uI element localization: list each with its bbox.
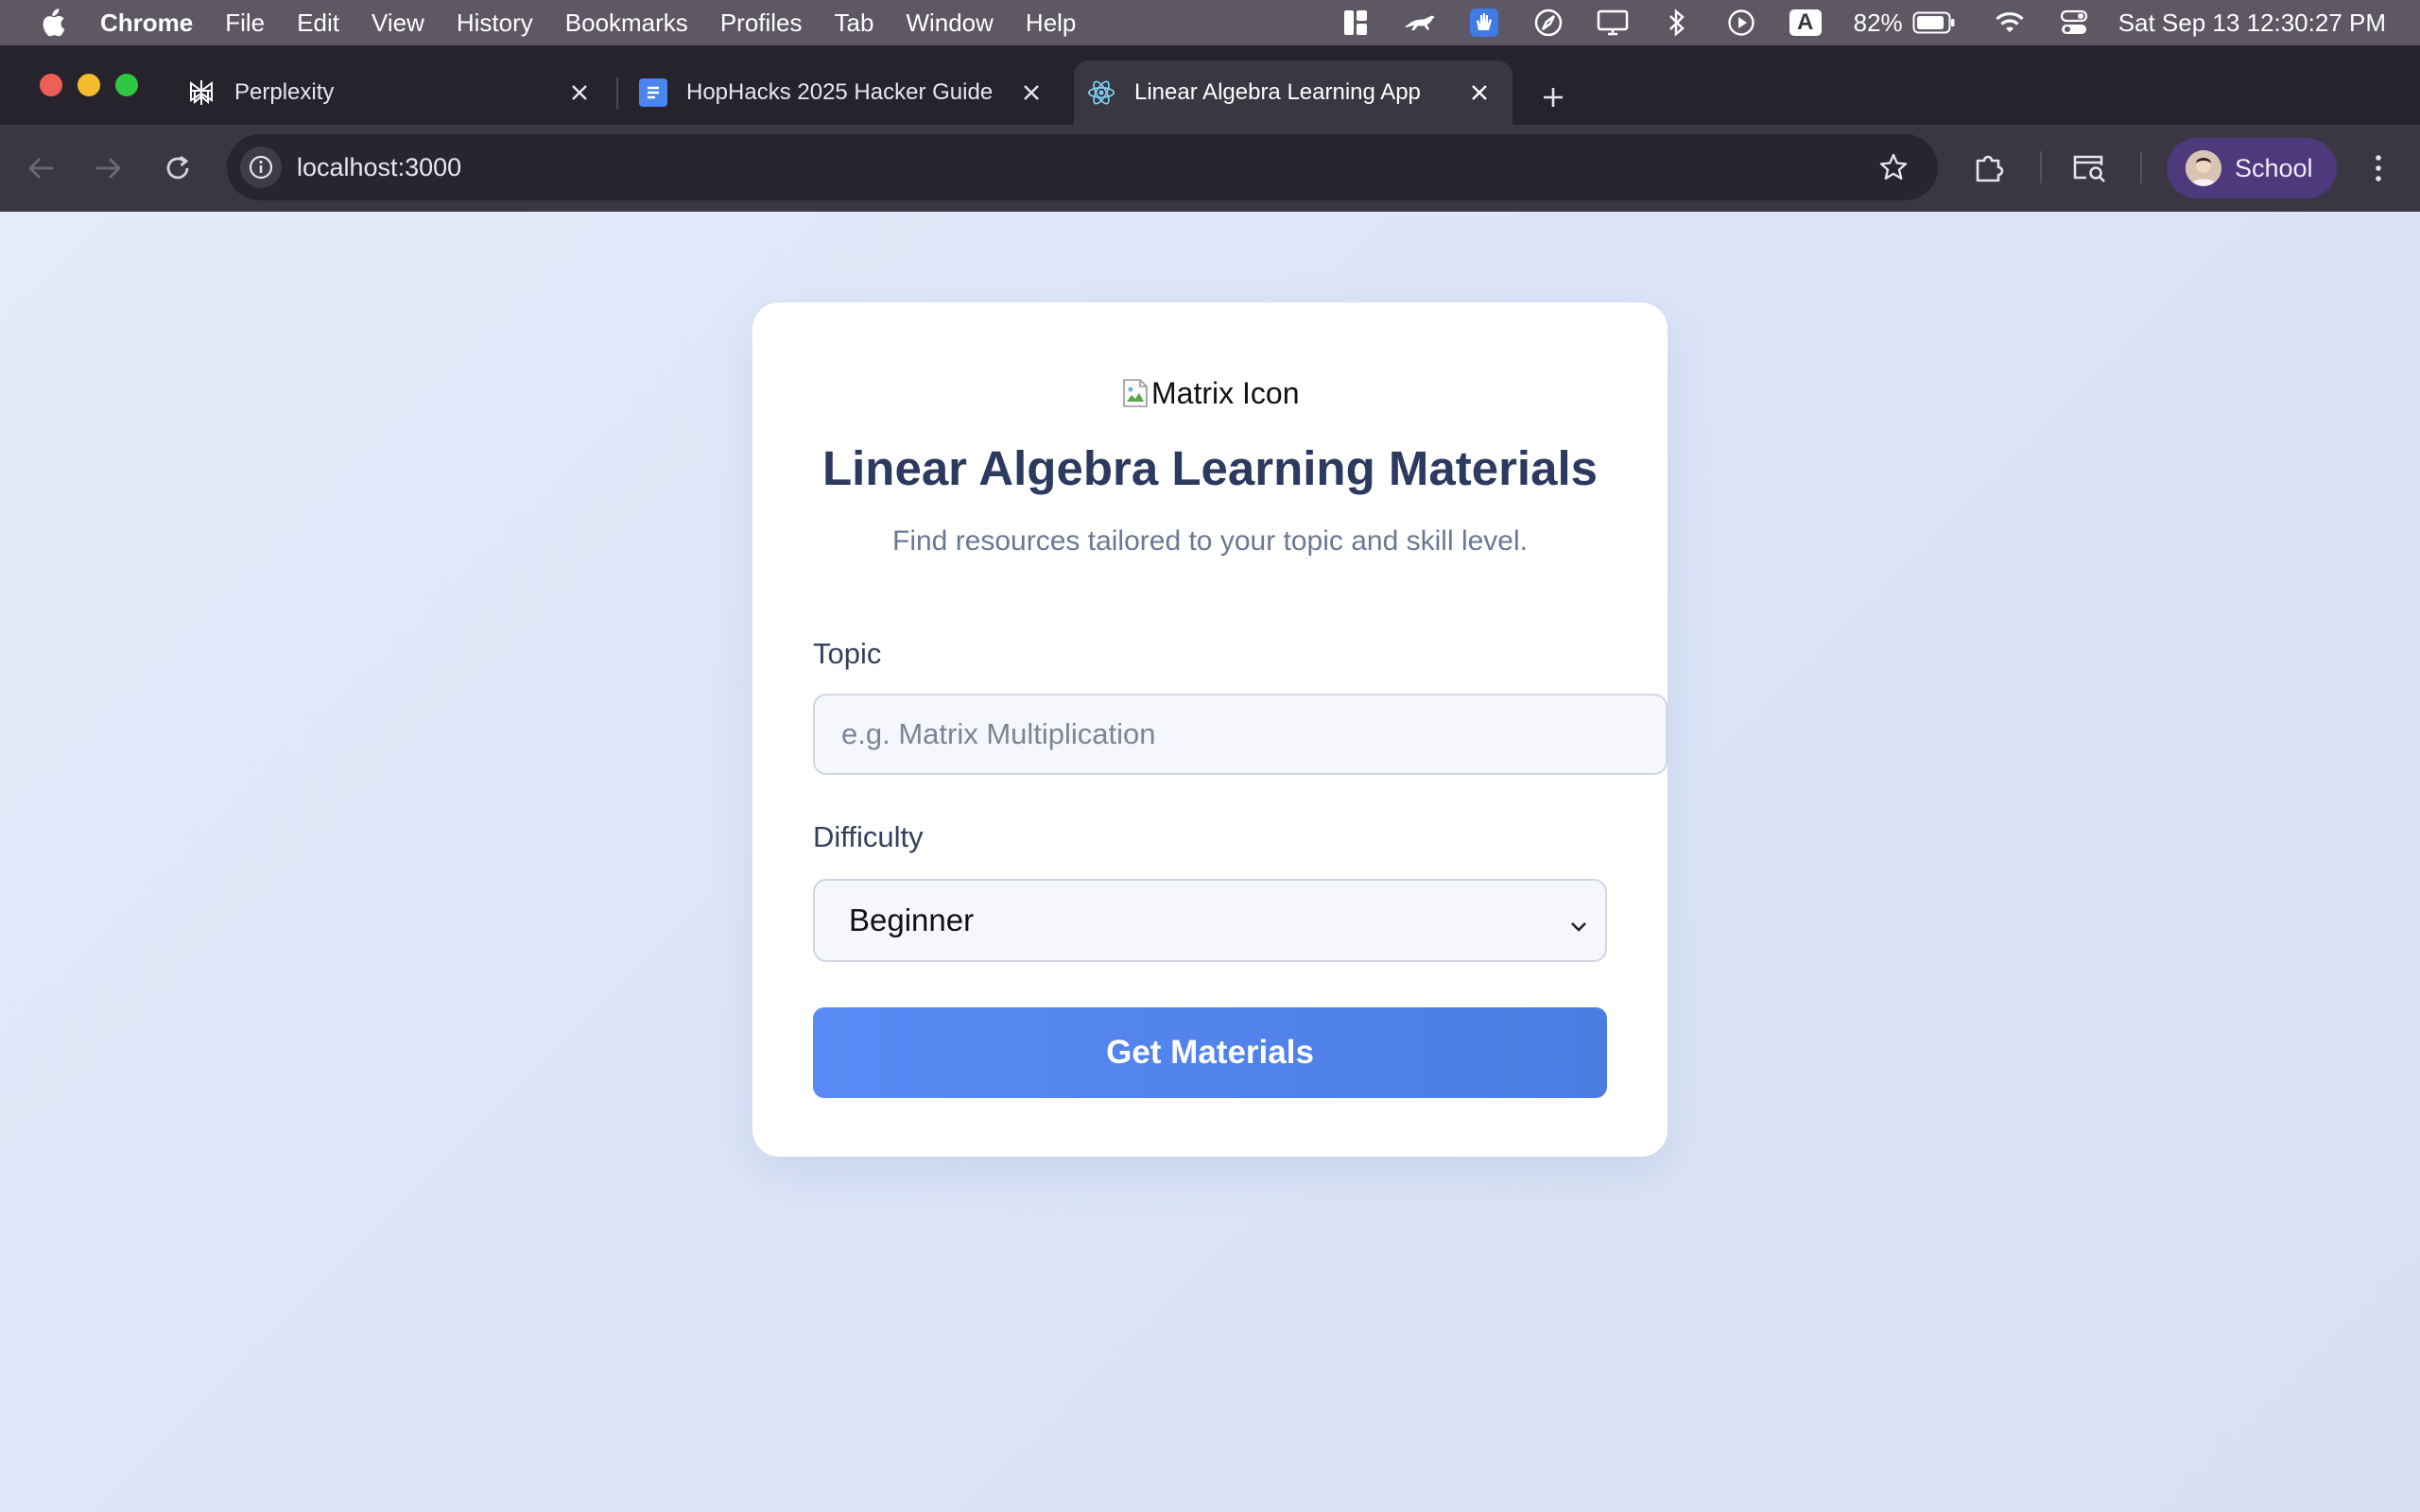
wifi-icon[interactable]: [1994, 9, 2026, 37]
menu-window[interactable]: Window: [906, 9, 993, 38]
menu-edit[interactable]: Edit: [297, 9, 339, 38]
menu-view[interactable]: View: [372, 9, 424, 38]
macos-menu-bar: Chrome File Edit View History Bookmarks …: [0, 0, 2420, 45]
minimize-window-button[interactable]: [78, 74, 100, 96]
topic-label: Topic: [813, 637, 882, 670]
zoom-window-button[interactable]: [115, 74, 138, 96]
close-tab-icon[interactable]: [1019, 80, 1044, 105]
close-tab-icon[interactable]: [1467, 80, 1492, 105]
hand-icon[interactable]: [1468, 9, 1500, 37]
menu-profiles[interactable]: Profiles: [720, 9, 803, 38]
menu-file[interactable]: File: [225, 9, 265, 38]
tab-hophacks-guide[interactable]: HopHacks 2025 Hacker Guide: [639, 60, 1064, 125]
broken-image-icon: [1121, 377, 1150, 409]
chrome-menu-icon[interactable]: [2358, 147, 2399, 189]
page-title: Linear Algebra Learning Materials: [821, 441, 1598, 495]
menubar-status-area: A 82% Sat Sep 13 12:30:27 PM: [1307, 0, 2386, 45]
new-tab-button[interactable]: [1537, 81, 1569, 113]
tab-title: Linear Algebra Learning App: [1134, 79, 1421, 105]
control-center-icon[interactable]: [2058, 9, 2090, 37]
bluetooth-icon[interactable]: [1661, 9, 1693, 37]
menu-help[interactable]: Help: [1026, 9, 1076, 38]
display-icon[interactable]: [1597, 9, 1629, 37]
topic-input[interactable]: [813, 694, 1668, 775]
tab-title: Perplexity: [234, 79, 335, 105]
page-subtitle: Find resources tailored to your topic an…: [892, 525, 1528, 557]
tab-title: HopHacks 2025 Hacker Guide: [686, 79, 994, 105]
toolbar-divider: [2040, 151, 2042, 183]
page-viewport: Matrix Icon Linear Algebra Learning Mate…: [0, 212, 2420, 1512]
difficulty-label: Difficulty: [813, 820, 924, 853]
menu-bookmarks[interactable]: Bookmarks: [565, 9, 688, 38]
perplexity-icon: [187, 78, 216, 107]
matrix-icon-image: Matrix Icon: [1121, 374, 1299, 412]
tab-search-icon[interactable]: [2068, 147, 2110, 189]
apple-logo-icon[interactable]: [38, 7, 66, 39]
close-window-button[interactable]: [40, 74, 62, 96]
google-docs-icon: [639, 78, 667, 107]
back-button[interactable]: [21, 147, 62, 189]
browser-tab-strip: Perplexity HopHacks 2025 Hacker Guide Li…: [0, 45, 2420, 125]
react-icon: [1087, 78, 1115, 107]
get-materials-button[interactable]: Get Materials: [813, 1007, 1607, 1098]
profile-button[interactable]: School: [2167, 138, 2337, 198]
menu-tab[interactable]: Tab: [835, 9, 874, 38]
reload-button[interactable]: [157, 147, 199, 189]
menu-app-name[interactable]: Chrome: [100, 9, 193, 38]
compass-icon[interactable]: [1532, 9, 1564, 37]
learning-materials-card: Matrix Icon Linear Algebra Learning Mate…: [752, 302, 1668, 1157]
input-source-icon[interactable]: A: [1789, 9, 1822, 37]
play-icon[interactable]: [1725, 9, 1757, 37]
menubar-clock[interactable]: Sat Sep 13 12:30:27 PM: [2118, 9, 2386, 38]
forward-button[interactable]: [87, 147, 129, 189]
tab-divider: [616, 77, 618, 110]
tab-perplexity[interactable]: Perplexity: [187, 60, 613, 125]
browser-toolbar: localhost:3000 School: [0, 125, 2420, 212]
close-tab-icon[interactable]: [567, 80, 592, 105]
url-text: localhost:3000: [297, 153, 462, 181]
toolbar-divider: [2140, 151, 2142, 183]
window-controls: [40, 74, 153, 96]
chevron-down-icon: [1567, 909, 1590, 932]
address-bar[interactable]: localhost:3000: [227, 134, 1938, 200]
avatar: [2186, 150, 2221, 186]
difficulty-selected-value: Beginner: [849, 902, 975, 937]
menu-history[interactable]: History: [457, 9, 533, 38]
difficulty-select[interactable]: Beginner: [813, 879, 1607, 962]
battery-percent: 82%: [1853, 8, 1903, 37]
widgets-icon[interactable]: [1340, 9, 1372, 37]
profile-label: School: [2235, 153, 2313, 182]
extensions-icon[interactable]: [1968, 147, 2010, 189]
image-alt-text: Matrix Icon: [1151, 375, 1300, 410]
site-info-icon[interactable]: [240, 146, 282, 188]
cheetah-icon[interactable]: [1404, 9, 1436, 37]
battery-icon[interactable]: [1912, 9, 1956, 37]
tab-linear-algebra-app[interactable]: Linear Algebra Learning App: [1074, 60, 1512, 125]
bookmark-star-icon[interactable]: [1876, 149, 1911, 185]
